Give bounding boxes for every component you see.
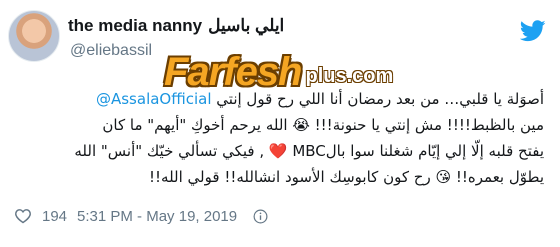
tweet-line: @AssalaOfficial أصوَلة يا قلبي… من بعد ر… (14, 86, 544, 112)
name-line[interactable]: the media nanny ايلي باسيل (68, 16, 284, 36)
tweet-footer: 194 5:31 PM - May 19, 2019 (14, 206, 268, 226)
user-handle[interactable]: @eliebassil (70, 42, 152, 60)
heart-icon[interactable] (14, 208, 32, 224)
tweet-line: مين بالظبط!!!! مش إنتي يا حنونة!!! 😭 الل… (102, 116, 544, 134)
info-icon[interactable] (253, 209, 268, 224)
tweet-text: @AssalaOfficial أصوَلة يا قلبي… من بعد ر… (14, 86, 544, 190)
avatar[interactable] (8, 10, 60, 62)
tweet-line-text: أصوَلة يا قلبي… من بعد رمضان أنا اللي رح… (211, 90, 544, 108)
watermark-sub: plus.com (305, 65, 394, 87)
twitter-bird-icon[interactable] (520, 20, 546, 42)
tweet-timestamp[interactable]: 5:31 PM - May 19, 2019 (77, 208, 237, 225)
tweet-line: يطوّل بعمره!! 😘 رح كون كابوسِك الأسود ان… (149, 168, 544, 186)
display-name-ar[interactable]: ايلي باسيل (208, 16, 284, 36)
like-count[interactable]: 194 (42, 208, 67, 225)
mention-link[interactable]: @AssalaOfficial (96, 90, 212, 108)
tweet-line: يفتح قلبه إلّا إلي إيّام شغلنا سوا بالMB… (74, 142, 544, 160)
display-name-en[interactable]: the media nanny (68, 16, 202, 36)
